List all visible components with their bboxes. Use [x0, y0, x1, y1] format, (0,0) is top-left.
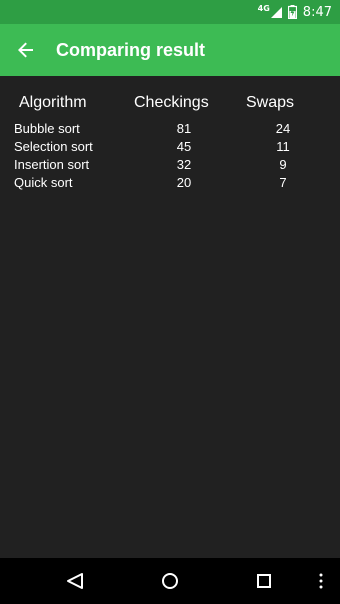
- signal-icon: [270, 6, 282, 18]
- overflow-menu-button[interactable]: [306, 558, 336, 604]
- screen: 4G 8:47 Comparing result Algorithm Check…: [0, 0, 340, 604]
- app-bar: Comparing result: [0, 24, 340, 76]
- header-swaps: Swaps: [246, 94, 295, 111]
- checkings-value: 45: [176, 139, 192, 154]
- back-button[interactable]: [0, 24, 52, 76]
- status-time: 8:47: [302, 4, 332, 20]
- table-row: Selection sort 45 11: [0, 139, 340, 157]
- results-table: Algorithm Checkings Swaps Bubble sort 81…: [0, 76, 340, 193]
- overflow-menu-icon: [319, 573, 323, 589]
- table-row: Bubble sort 81 24: [0, 121, 340, 139]
- algorithm-name: Quick sort: [14, 175, 73, 190]
- battery-icon: [287, 5, 297, 19]
- swaps-value: 11: [276, 139, 290, 154]
- header-checkings: Checkings: [134, 94, 209, 111]
- swaps-value: 24: [275, 121, 291, 136]
- nav-home-icon: [162, 573, 178, 589]
- table-row: Quick sort 20 7: [0, 175, 340, 193]
- nav-recents-icon: [257, 574, 271, 588]
- algorithm-name: Selection sort: [14, 139, 93, 154]
- checkings-value: 32: [176, 157, 192, 172]
- nav-back-icon: [67, 573, 83, 589]
- table-row: Insertion sort 32 9: [0, 157, 340, 175]
- nav-recents-button[interactable]: [241, 558, 287, 604]
- navigation-bar: [0, 558, 340, 604]
- page-title: Comparing result: [56, 39, 206, 60]
- network-type: 4G: [257, 3, 270, 13]
- checkings-value: 20: [176, 175, 192, 190]
- swaps-value: 9: [279, 157, 287, 172]
- nav-home-button[interactable]: [147, 558, 193, 604]
- nav-back-button[interactable]: [52, 558, 98, 604]
- swaps-value: 7: [279, 175, 287, 190]
- status-bar: 4G 8:47: [0, 0, 340, 24]
- algorithm-name: Bubble sort: [14, 121, 80, 136]
- table-header: Algorithm Checkings Swaps: [0, 76, 340, 114]
- algorithm-name: Insertion sort: [14, 157, 90, 172]
- checkings-value: 81: [176, 121, 192, 136]
- arrow-back-icon: [18, 42, 33, 58]
- header-algorithm: Algorithm: [19, 94, 87, 111]
